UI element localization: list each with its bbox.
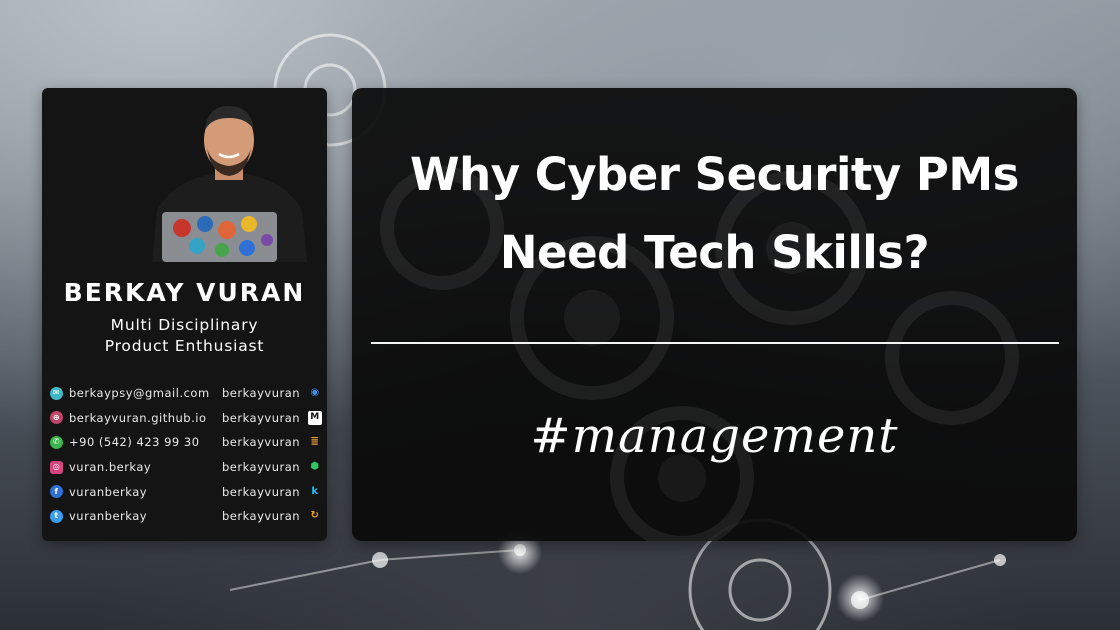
contact-email[interactable]: ✉ berkaypsy@gmail.com	[50, 381, 209, 406]
handle-kaggle[interactable]: berkayvuran k	[222, 479, 322, 504]
contact-instagram-text: vuran.berkay	[69, 460, 152, 475]
handle-stackoverflow[interactable]: berkayvuran ≣	[222, 430, 322, 455]
globe-icon: ⊕	[50, 411, 63, 425]
article-title: Why Cyber Security PMs Need Tech Skills?	[352, 136, 1077, 292]
contact-whatsapp[interactable]: ✆ +90 (542) 423 99 30	[50, 430, 200, 455]
stackoverflow-icon: ≣	[310, 436, 320, 448]
handle-list: berkayvuran ◉ berkayvuran M berkayvuran …	[222, 381, 322, 529]
tagline-line-1: Multi Disciplinary	[110, 316, 259, 334]
profile-photo	[152, 106, 307, 262]
title-line-2: Need Tech Skills?	[499, 226, 930, 279]
contact-website[interactable]: ⊕ berkayvuran.github.io	[50, 406, 206, 431]
kaggle-icon: k	[311, 485, 319, 497]
facebook-icon: f	[50, 485, 63, 499]
medium-icon: M	[308, 410, 322, 425]
hackerrank-icon: ⬢	[310, 461, 320, 473]
category-hashtag: #management	[530, 408, 899, 464]
whatsapp-icon: ✆	[50, 435, 63, 449]
handle-hackerrank[interactable]: berkayvuran ⬢	[222, 455, 322, 480]
handle-medium[interactable]: berkayvuran M	[222, 406, 322, 431]
profile-tagline: Multi Disciplinary Product Enthusiast	[42, 315, 327, 357]
contact-facebook-text: vuranberkay	[69, 484, 148, 499]
handle-github[interactable]: berkayvuran ◉	[222, 381, 322, 406]
handle-leetcode-text: berkayvuran	[222, 509, 301, 524]
contact-facebook[interactable]: f vuranberkay	[50, 479, 200, 504]
leetcode-icon: ↻	[310, 510, 320, 522]
contact-website-text: berkayvuran.github.io	[69, 410, 207, 425]
contact-twitter-text: vuranberkay	[69, 509, 148, 524]
handle-leetcode[interactable]: berkayvuran ↻	[222, 504, 322, 529]
contact-phone-text: +90 (542) 423 99 30	[69, 435, 200, 450]
handle-kaggle-text: berkayvuran	[222, 484, 301, 499]
contact-twitter[interactable]: t vuranberkay	[50, 504, 200, 529]
contact-email-text: berkaypsy@gmail.com	[69, 386, 210, 401]
title-line-1: Why Cyber Security PMs	[410, 148, 1019, 201]
contact-instagram[interactable]: ◎ vuran.berkay	[50, 455, 200, 480]
github-icon: ◉	[310, 387, 320, 399]
tagline-line-2: Product Enthusiast	[104, 337, 265, 355]
title-divider	[371, 342, 1059, 344]
profile-name: BERKAY VURAN	[63, 278, 306, 307]
profile-card: BERKAY VURAN Multi Disciplinary Product …	[42, 88, 327, 541]
handle-stackoverflow-text: berkayvuran	[222, 435, 301, 450]
title-card: Why Cyber Security PMs Need Tech Skills?…	[352, 88, 1077, 541]
handle-hackerrank-text: berkayvuran	[222, 460, 301, 475]
email-icon: ✉	[50, 386, 63, 400]
handle-github-text: berkayvuran	[222, 386, 301, 401]
instagram-icon: ◎	[50, 460, 63, 474]
contact-list: ✉ berkaypsy@gmail.com ⊕ berkayvuran.gith…	[50, 381, 209, 529]
twitter-icon: t	[50, 509, 63, 523]
handle-medium-text: berkayvuran	[222, 410, 301, 425]
